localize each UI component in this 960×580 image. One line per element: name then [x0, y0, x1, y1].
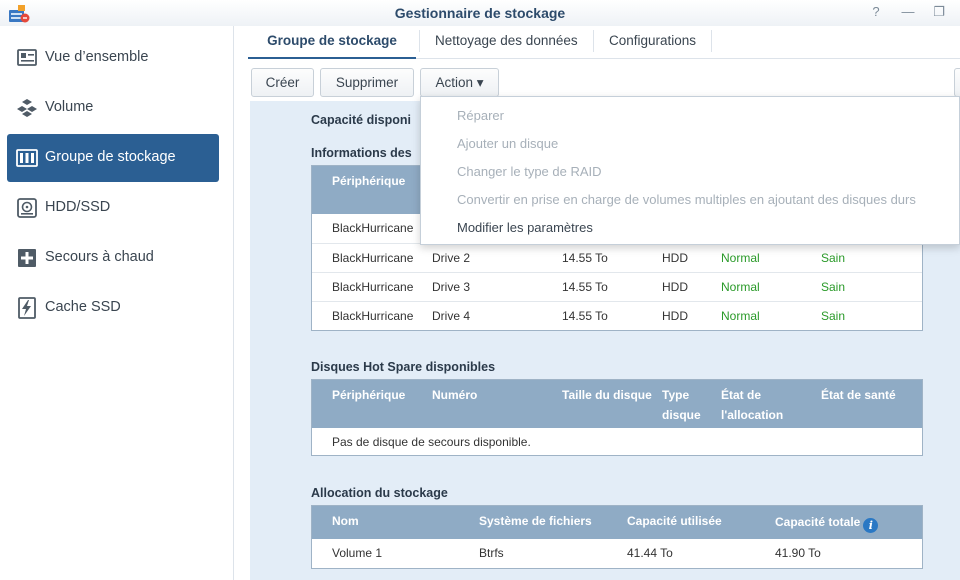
- hot-spare-table: Périphérique Numéro Taille du disque Typ…: [311, 379, 923, 456]
- cell-type: HDD: [662, 280, 688, 294]
- menu-item-change-raid-type[interactable]: Changer le type de RAID: [457, 164, 602, 179]
- cell-size: 14.55 To: [562, 309, 608, 323]
- menu-item-convert-multiple-volumes[interactable]: Convertir en prise en charge de volumes …: [457, 192, 916, 207]
- overview-icon: [17, 49, 37, 66]
- cell-device: BlackHurricane: [332, 280, 414, 294]
- cell-device: BlackHurricane: [332, 221, 414, 235]
- cell-size: 14.55 To: [562, 251, 608, 265]
- cell-device: BlackHurricane: [332, 251, 414, 265]
- delete-button[interactable]: Supprimer: [320, 68, 414, 97]
- column-header-number: Numéro: [432, 388, 478, 402]
- menu-item-modify-settings[interactable]: Modifier les paramètres: [457, 220, 593, 235]
- cell-filesystem: Btrfs: [479, 546, 504, 560]
- column-header-used-capacity: Capacité utilisée: [627, 514, 722, 528]
- column-header-total-capacity-label: Capacité totale: [775, 515, 861, 529]
- cell-allocation-status: Normal: [721, 309, 760, 323]
- toolbar-right-button[interactable]: [954, 68, 960, 97]
- sidebar-item-hot-spare[interactable]: Secours à chaud: [7, 234, 219, 282]
- empty-table-message: Pas de disque de secours disponible.: [332, 435, 531, 449]
- menu-item-repair[interactable]: Réparer: [457, 108, 504, 123]
- sidebar: Vue d’ensemble Volume Groupe de stockage…: [0, 26, 234, 580]
- tab-divider: [419, 30, 420, 52]
- sidebar-item-label: Groupe de stockage: [45, 149, 176, 165]
- sidebar-item-label: Cache SSD: [45, 299, 121, 315]
- table-row[interactable]: BlackHurricane Drive 4 14.55 To HDD Norm…: [312, 301, 922, 330]
- sidebar-item-label: Vue d’ensemble: [45, 49, 149, 65]
- sidebar-item-label: HDD/SSD: [45, 199, 111, 215]
- cell-health-status: Sain: [821, 309, 846, 323]
- cell-used-capacity: 41.44 To: [627, 546, 673, 560]
- cell-size: 14.55 To: [562, 280, 608, 294]
- info-icon[interactable]: i: [863, 518, 879, 533]
- create-button[interactable]: Créer: [251, 68, 314, 97]
- column-header-total-capacity: Capacité totale i: [775, 512, 879, 533]
- storage-pool-icon: [16, 149, 38, 167]
- tab-bar: Groupe de stockage Nettoyage des données…: [248, 26, 960, 59]
- cell-total-capacity: 41.90 To: [775, 546, 821, 560]
- column-header-disk-size: Taille du disque: [562, 388, 652, 402]
- menu-item-add-disk[interactable]: Ajouter un disque: [457, 136, 558, 151]
- cell-number: Drive 4: [432, 309, 471, 323]
- cell-device: BlackHurricane: [332, 309, 414, 323]
- column-header-device: Périphérique: [332, 388, 406, 402]
- help-button[interactable]: ?: [866, 3, 886, 21]
- cell-volume-name: Volume 1: [332, 546, 383, 560]
- action-dropdown-button[interactable]: Action ▾: [420, 68, 499, 97]
- empty-table-message-row: Pas de disque de secours disponible.: [312, 428, 922, 457]
- table-header: Nom Système de fichiers Capacité utilisé…: [312, 506, 922, 539]
- volume-icon: [17, 99, 37, 117]
- cell-number: Drive 2: [432, 251, 471, 265]
- cell-number: Drive 3: [432, 280, 471, 294]
- cell-type: HDD: [662, 309, 688, 323]
- table-row[interactable]: Volume 1 Btrfs 41.44 To 41.90 To: [312, 539, 922, 568]
- tab-storage-pool[interactable]: Groupe de stockage: [248, 26, 416, 59]
- title-bar: Gestionnaire de stockage ? — ❐: [0, 0, 960, 26]
- hot-spare-icon: [18, 249, 36, 267]
- sidebar-item-storage-pool[interactable]: Groupe de stockage: [7, 134, 219, 182]
- table-row[interactable]: BlackHurricane Drive 3 14.55 To HDD Norm…: [312, 272, 922, 301]
- window-title: Gestionnaire de stockage: [394, 5, 566, 21]
- hot-spare-title: Disques Hot Spare disponibles: [311, 360, 496, 374]
- table-row[interactable]: BlackHurricane Drive 2 14.55 To HDD Norm…: [312, 243, 922, 272]
- cell-type: HDD: [662, 251, 688, 265]
- column-header-name: Nom: [332, 514, 359, 528]
- column-header-allocation-status: État de: [721, 388, 762, 402]
- storage-allocation-title: Allocation du stockage: [311, 486, 448, 500]
- sidebar-item-label: Secours à chaud: [45, 249, 154, 265]
- sidebar-item-volume[interactable]: Volume: [7, 84, 219, 132]
- cell-health-status: Sain: [821, 280, 846, 294]
- cell-allocation-status: Normal: [721, 280, 760, 294]
- minimize-button[interactable]: —: [898, 3, 918, 21]
- tab-divider: [593, 30, 594, 52]
- column-header-allocation-status: l'allocation: [721, 408, 784, 422]
- sidebar-item-ssd-cache[interactable]: Cache SSD: [7, 284, 219, 332]
- sidebar-item-overview[interactable]: Vue d’ensemble: [7, 34, 219, 82]
- action-menu: Réparer Ajouter un disque Changer le typ…: [420, 96, 960, 245]
- disk-info-title: Informations des: [311, 146, 412, 160]
- available-capacity-title: Capacité disponi: [311, 113, 412, 127]
- table-header: Périphérique Numéro Taille du disque Typ…: [312, 380, 922, 428]
- column-header-filesystem: Système de fichiers: [479, 514, 592, 528]
- ssd-cache-icon: [18, 297, 36, 319]
- sidebar-item-hdd-ssd[interactable]: HDD/SSD: [7, 184, 219, 232]
- tab-data-scrubbing[interactable]: Nettoyage des données: [435, 26, 578, 59]
- column-header-health-status: État de santé: [821, 388, 896, 402]
- tab-divider: [711, 30, 712, 52]
- column-header-disk-type: Type: [662, 388, 690, 402]
- storage-allocation-table: Nom Système de fichiers Capacité utilisé…: [311, 505, 923, 569]
- maximize-button[interactable]: ❐: [929, 3, 949, 21]
- tab-configurations[interactable]: Configurations: [609, 26, 696, 59]
- sidebar-item-label: Volume: [45, 99, 94, 115]
- cell-health-status: Sain: [821, 251, 846, 265]
- column-header-device: Périphérique: [332, 174, 406, 188]
- column-header-disk-type: disque: [662, 408, 701, 422]
- hdd-icon: [17, 198, 37, 218]
- cell-allocation-status: Normal: [721, 251, 760, 265]
